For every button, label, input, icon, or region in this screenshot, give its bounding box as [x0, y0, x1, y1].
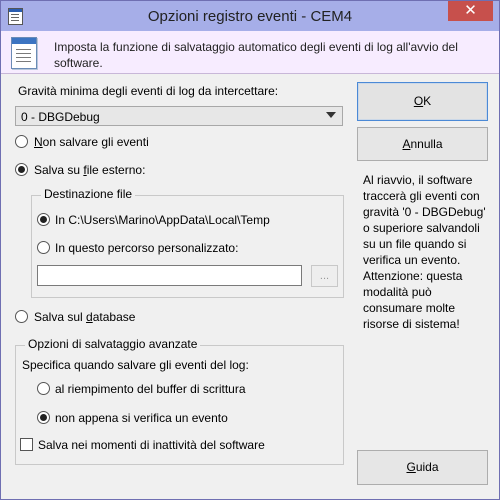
destination-title: Destinazione file	[41, 187, 136, 201]
options-window: Opzioni registro eventi - CEM4 ✕ Imposta…	[0, 0, 500, 500]
browse-button[interactable]: ...	[311, 265, 338, 287]
custom-path-radio[interactable]	[37, 241, 50, 254]
external-file-radio[interactable]	[15, 163, 28, 176]
description-panel: Imposta la funzione di salvataggio autom…	[1, 31, 499, 74]
buffer-full-radio[interactable]	[37, 382, 50, 395]
cancel-button[interactable]: Annulla	[357, 127, 488, 161]
chevron-down-icon	[326, 112, 336, 118]
on-event-radio[interactable]	[37, 411, 50, 424]
database-label[interactable]: Salva sul database	[34, 310, 135, 324]
custom-path-input[interactable]	[37, 265, 302, 286]
no-save-label[interactable]: Non salvare gli eventi	[34, 135, 149, 149]
close-button[interactable]: ✕	[448, 1, 493, 21]
advanced-prompt: Specifica quando salvare gli eventi del …	[22, 358, 249, 372]
ok-button[interactable]: OK	[357, 82, 488, 121]
window-title: Opzioni registro eventi - CEM4	[147, 8, 353, 25]
help-button[interactable]: Guida	[357, 450, 488, 485]
no-save-radio[interactable]	[15, 135, 28, 148]
document-log-icon	[11, 37, 37, 69]
idle-save-checkbox[interactable]	[20, 438, 33, 451]
custom-path-label[interactable]: In questo percorso personalizzato:	[55, 241, 238, 255]
on-event-label[interactable]: non appena si verifica un evento	[55, 411, 228, 425]
external-file-label[interactable]: Salva su file esterno:	[34, 163, 145, 177]
idle-save-label[interactable]: Salva nei momenti di inattività del soft…	[38, 438, 265, 452]
database-radio[interactable]	[15, 310, 28, 323]
buffer-full-label[interactable]: al riempimento del buffer di scrittura	[55, 382, 246, 396]
default-path-label[interactable]: In C:\Users\Marino\AppData\Local\Temp	[55, 213, 270, 227]
description-text: Imposta la funzione di salvataggio autom…	[54, 40, 458, 70]
advanced-options-title: Opzioni di salvataggio avanzate	[25, 337, 201, 351]
default-path-radio[interactable]	[37, 213, 50, 226]
severity-dropdown[interactable]: 0 - DBGDebug	[15, 106, 343, 126]
title-bar[interactable]: Opzioni registro eventi - CEM4 ✕	[1, 1, 499, 31]
severity-label: Gravità minima degli eventi di log da in…	[18, 84, 279, 98]
info-message: Al riavvio, il software traccerà gli eve…	[363, 173, 486, 331]
severity-selected-value: 0 - DBGDebug	[21, 110, 100, 124]
